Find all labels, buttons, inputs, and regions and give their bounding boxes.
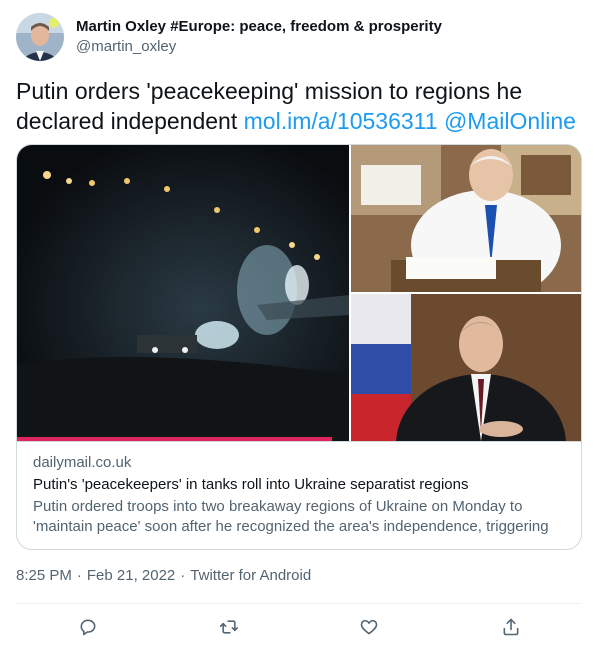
- tweet-text: Putin orders 'peacekeeping' mission to r…: [16, 76, 586, 136]
- tweet-mention[interactable]: @MailOnline: [444, 108, 576, 134]
- like-icon: [360, 619, 378, 635]
- action-bar: [0, 610, 598, 644]
- tweet-source[interactable]: Twitter for Android: [190, 566, 311, 586]
- card-domain: dailymail.co.uk: [33, 454, 132, 471]
- card-description: Putin ordered troops into two breakaway …: [33, 497, 565, 550]
- video-thumbnail[interactable]: [17, 145, 349, 441]
- author-handle[interactable]: @martin_oxley: [76, 37, 442, 57]
- card-title: Putin's 'peacekeepers' in tanks roll int…: [33, 476, 469, 493]
- author-display-name[interactable]: Martin Oxley #Europe: peace, freedom & p…: [76, 17, 442, 37]
- putin-photo[interactable]: [351, 294, 581, 441]
- reply-button[interactable]: [71, 610, 105, 644]
- link-card[interactable]: dailymail.co.uk Putin's 'peacekeepers' i…: [16, 144, 582, 550]
- retweet-button[interactable]: [212, 610, 246, 644]
- card-body[interactable]: dailymail.co.uk Putin's 'peacekeepers' i…: [17, 441, 581, 550]
- retweet-icon: [219, 620, 239, 634]
- like-button[interactable]: [352, 610, 386, 644]
- tweet-meta: 8:25 PM · Feb 21, 2022 · Twitter for And…: [16, 566, 311, 586]
- video-progress-bar: [17, 437, 333, 441]
- reply-icon: [80, 619, 96, 636]
- meta-separator: ·: [180, 567, 186, 584]
- divider: [16, 603, 582, 604]
- card-media[interactable]: [17, 145, 581, 441]
- share-button[interactable]: [494, 610, 528, 644]
- share-icon: [503, 618, 519, 636]
- tweet-date[interactable]: Feb 21, 2022: [87, 566, 175, 586]
- avatar[interactable]: [16, 13, 64, 61]
- tweet-time[interactable]: 8:25 PM: [16, 566, 72, 586]
- meta-separator: ·: [76, 567, 82, 584]
- card-description-text: Putin ordered troops into two breakaway …: [33, 498, 549, 550]
- biden-signing-photo[interactable]: [351, 145, 581, 292]
- tweet-link[interactable]: mol.im/a/10536311: [244, 108, 438, 134]
- tweet-header: Martin Oxley #Europe: peace, freedom & p…: [16, 12, 442, 62]
